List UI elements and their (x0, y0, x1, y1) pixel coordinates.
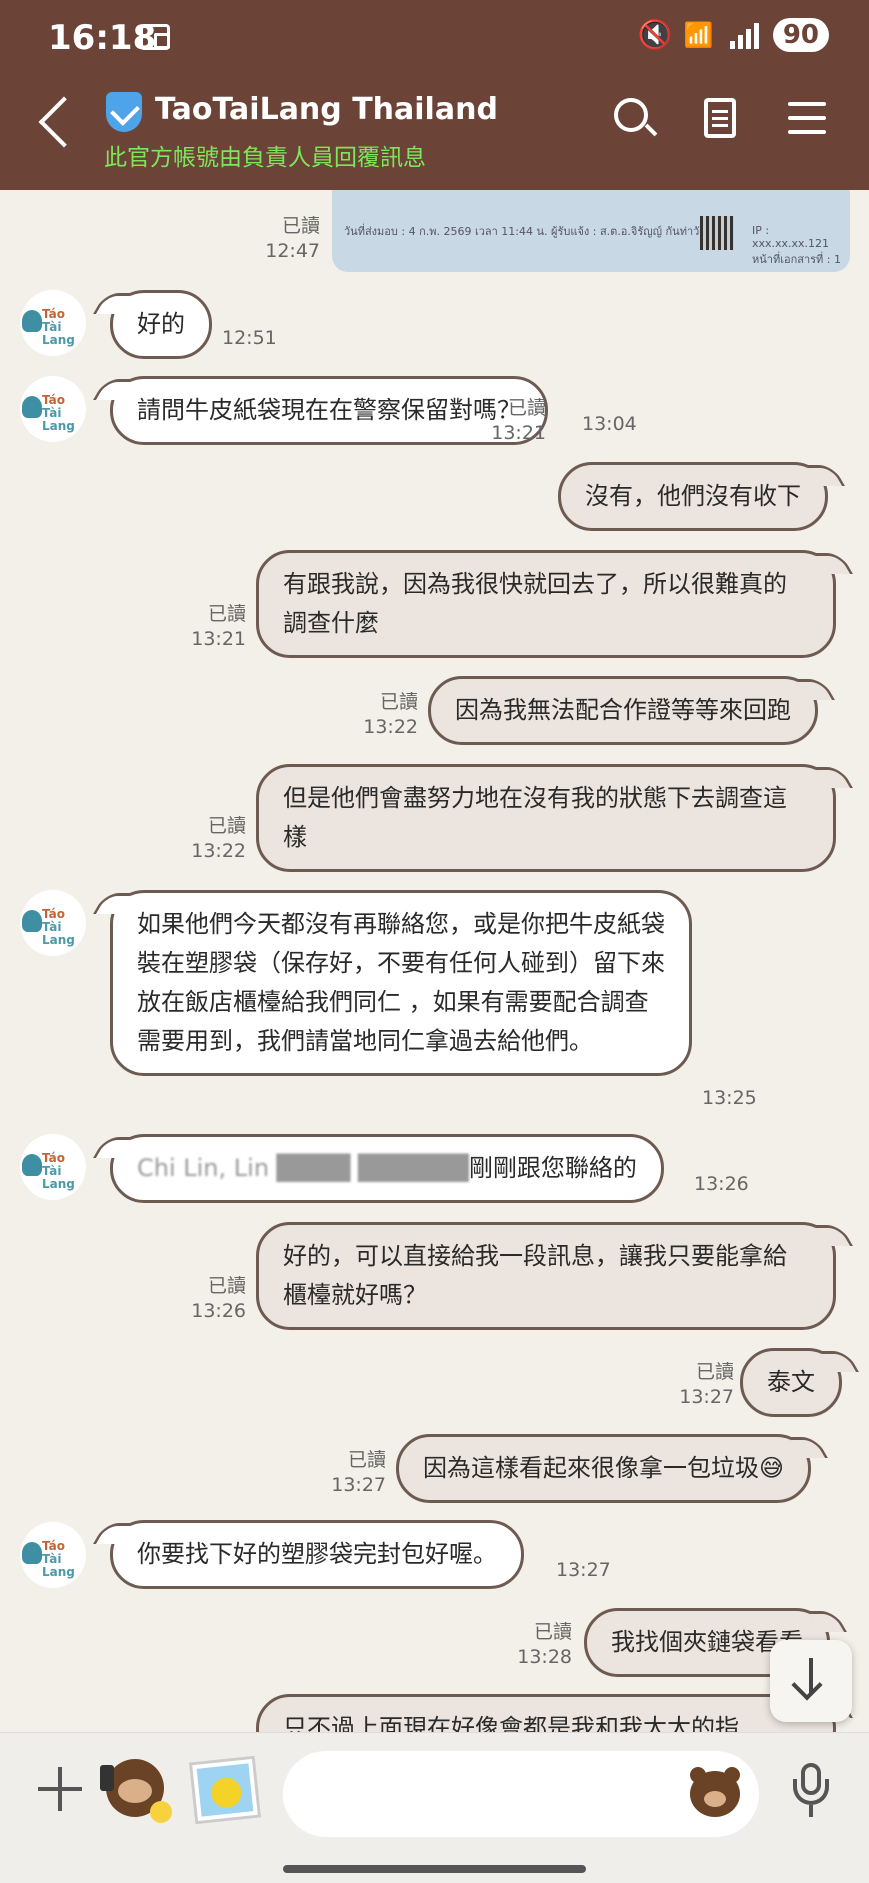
search-icon[interactable] (612, 96, 658, 142)
message-bubble-outgoing[interactable]: 但是他們會盡努力地在沒有我的狀態下去調查這樣 (256, 764, 836, 872)
avatar[interactable]: Táo Tài Lang (20, 890, 86, 956)
message-time: 13:27 (331, 1474, 386, 1496)
message-time: 13:22 (191, 840, 246, 862)
message-time: 13:21 (491, 422, 546, 444)
wallet-icon (140, 24, 170, 50)
message-meta: 已讀 13:27 (328, 1448, 386, 1498)
wifi-icon: 📶 (683, 21, 714, 49)
plus-icon[interactable] (38, 1767, 82, 1811)
message-time: 13:22 (363, 716, 418, 738)
sticker-suggestion-sally-photo[interactable] (188, 1755, 262, 1825)
chat-title[interactable]: TaoTaiLang Thailand (155, 92, 498, 127)
chat-messages[interactable]: วันที่ส่งมอบ : 4 ก.พ. 2569 เวลา 11:44 น.… (0, 190, 869, 1732)
mute-icon: 🔇 (637, 18, 673, 51)
message-bubble-incoming[interactable]: 好的 (110, 290, 212, 359)
read-receipt: 已讀 (507, 397, 546, 419)
image-message[interactable]: วันที่ส่งมอบ : 4 ก.พ. 2569 เวลา 11:44 น.… (332, 190, 850, 272)
message-bubble-outgoing[interactable]: 因為這樣看起來很像拿一包垃圾😅 (396, 1434, 812, 1503)
read-receipt: 已讀 (379, 691, 418, 713)
notes-icon[interactable] (700, 96, 746, 142)
message-time: 13:25 (702, 1087, 757, 1109)
read-receipt: 已讀 (207, 1275, 246, 1297)
signal-icon (729, 21, 759, 49)
avatar[interactable]: Táo Tài Lang (20, 1522, 86, 1588)
message-bubble-incoming[interactable]: Chi Lin, Lin ████ ██████剛剛跟您聯絡的 (110, 1134, 664, 1203)
message-bubble-outgoing[interactable]: 因為我無法配合作證等等來回跑 (428, 676, 818, 745)
message-input-bar (0, 1732, 869, 1883)
message-meta: 已讀 13:28 (514, 1620, 572, 1670)
microphone-icon[interactable] (790, 1763, 834, 1819)
qr-code-image (700, 216, 734, 250)
message-time: 13:26 (191, 1300, 246, 1322)
read-receipt: 已讀 (207, 815, 246, 837)
home-indicator[interactable] (283, 1865, 586, 1873)
image-text-left: วันที่ส่งมอบ : 4 ก.พ. 2569 เวลา 11:44 น.… (344, 225, 717, 238)
read-receipt: 已讀 (695, 1361, 734, 1383)
status-bar: 16:18 🔇 📶 90 (0, 0, 869, 68)
avatar[interactable]: Táo Tài Lang (20, 376, 86, 442)
chat-subtitle: 此官方帳號由負責人員回覆訊息 (104, 145, 426, 171)
avatar[interactable]: Táo Tài Lang (20, 290, 86, 356)
read-receipt: 已讀 (207, 603, 246, 625)
verified-shield-icon (106, 92, 142, 132)
message-meta: 已讀 13:21 (488, 396, 546, 446)
message-bubble-outgoing[interactable]: 好的，可以直接給我一段訊息，讓我只要能拿給櫃檯就好嗎？ (256, 1222, 836, 1330)
message-bubble-incoming[interactable]: 請問牛皮紙袋現在在警察保留對嗎？ (110, 376, 548, 445)
message-bubble-outgoing[interactable]: 泰文 (740, 1348, 842, 1417)
message-meta: 已讀 13:21 (188, 602, 246, 652)
sticker-suggestion-brown-phone[interactable] (98, 1753, 176, 1829)
message-bubble-outgoing[interactable]: 有跟我說，因為我很快就回去了，所以很難真的調查什麼 (256, 550, 836, 658)
message-bubble-incoming[interactable]: 你要找下好的塑膠袋完封包好喔。 (110, 1520, 524, 1589)
message-time: 13:26 (694, 1173, 749, 1195)
message-meta: 已讀 13:26 (188, 1274, 246, 1324)
message-time: 13:04 (582, 413, 637, 435)
read-receipt: 已讀 (347, 1449, 386, 1471)
message-time: 13:28 (517, 1646, 572, 1668)
message-time: 13:27 (556, 1559, 611, 1581)
message-bubble-incoming[interactable]: 如果他們今天都沒有再聯絡您，或是你把牛皮紙袋裝在塑膠袋（保存好，不要有任何人碰到… (110, 890, 692, 1076)
message-bubble-outgoing[interactable]: 只不過上面現在好像會都是我和我太太的指 (256, 1694, 836, 1732)
message-meta: 已讀 13:22 (360, 690, 418, 740)
message-time: 13:27 (679, 1386, 734, 1408)
avatar[interactable]: Táo Tài Lang (20, 1134, 86, 1200)
scroll-to-bottom-button[interactable] (770, 1640, 852, 1722)
image-text-right: IP : xxx.xx.xx.121 หน้าที่เอกสารที่ : 1 (752, 224, 841, 266)
redacted-name: Chi Lin, Lin ████ ██████ (137, 1154, 469, 1182)
chat-header: TaoTaiLang Thailand 此官方帳號由負責人員回覆訊息 (0, 68, 869, 190)
read-receipt: 已讀 (281, 215, 320, 237)
read-receipt: 已讀 (533, 1621, 572, 1643)
message-time: 12:47 (265, 240, 320, 262)
message-time: 13:21 (191, 628, 246, 650)
menu-icon[interactable] (786, 96, 832, 142)
back-arrow-icon[interactable] (38, 96, 90, 148)
message-meta: 已讀 12:47 (262, 214, 320, 264)
message-meta: 已讀 13:27 (676, 1360, 734, 1410)
message-bubble-outgoing[interactable]: 沒有，他們沒有收下 (558, 462, 828, 531)
message-time: 12:51 (222, 327, 277, 349)
emoji-sticker-icon[interactable] (688, 1767, 742, 1819)
battery-indicator: 90 (772, 18, 829, 52)
message-meta: 已讀 13:22 (188, 814, 246, 864)
